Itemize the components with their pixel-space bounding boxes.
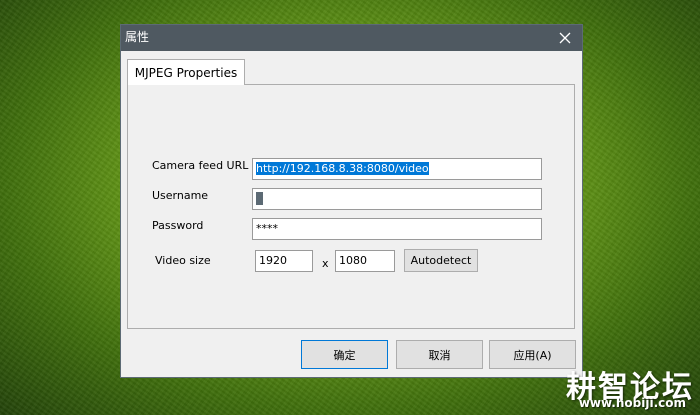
- watermark-url: www.hobiji.com: [578, 396, 686, 410]
- size-separator: x: [322, 257, 329, 270]
- close-icon: [559, 32, 571, 44]
- ok-label: 确定: [333, 348, 356, 362]
- video-height-value: 1080: [339, 254, 367, 267]
- apply-button[interactable]: 应用(A): [489, 340, 576, 369]
- tab-mjpeg-properties[interactable]: MJPEG Properties: [127, 59, 245, 85]
- cancel-button[interactable]: 取消: [396, 340, 483, 369]
- title-bar[interactable]: 属性: [121, 25, 582, 51]
- password-value: ****: [256, 222, 278, 235]
- window-title: 属性: [125, 30, 150, 44]
- text-cursor: [256, 191, 263, 205]
- properties-dialog: 属性 MJPEG Properties Camera feed URL http…: [120, 24, 583, 378]
- video-width-value: 1920: [259, 254, 287, 267]
- video-size-label: Video size: [155, 254, 211, 267]
- password-label: Password: [152, 219, 204, 232]
- username-input[interactable]: [252, 188, 542, 210]
- video-height-input[interactable]: 1080: [335, 250, 395, 272]
- autodetect-label: Autodetect: [410, 254, 472, 267]
- close-button[interactable]: [548, 25, 582, 51]
- camera-feed-url-input[interactable]: http://192.168.8.38:8080/video: [252, 158, 542, 180]
- tab-panel: Camera feed URL http://192.168.8.38:8080…: [127, 84, 575, 329]
- autodetect-button[interactable]: Autodetect: [404, 249, 478, 272]
- password-input[interactable]: ****: [252, 218, 542, 240]
- ok-button[interactable]: 确定: [301, 340, 388, 369]
- tab-label: MJPEG Properties: [134, 65, 238, 80]
- cancel-label: 取消: [428, 348, 451, 362]
- camera-feed-url-value: http://192.168.8.38:8080/video: [256, 162, 429, 175]
- video-width-input[interactable]: 1920: [255, 250, 313, 272]
- camera-feed-url-label: Camera feed URL: [152, 159, 249, 172]
- apply-label: 应用(A): [513, 348, 552, 362]
- username-label: Username: [152, 189, 209, 202]
